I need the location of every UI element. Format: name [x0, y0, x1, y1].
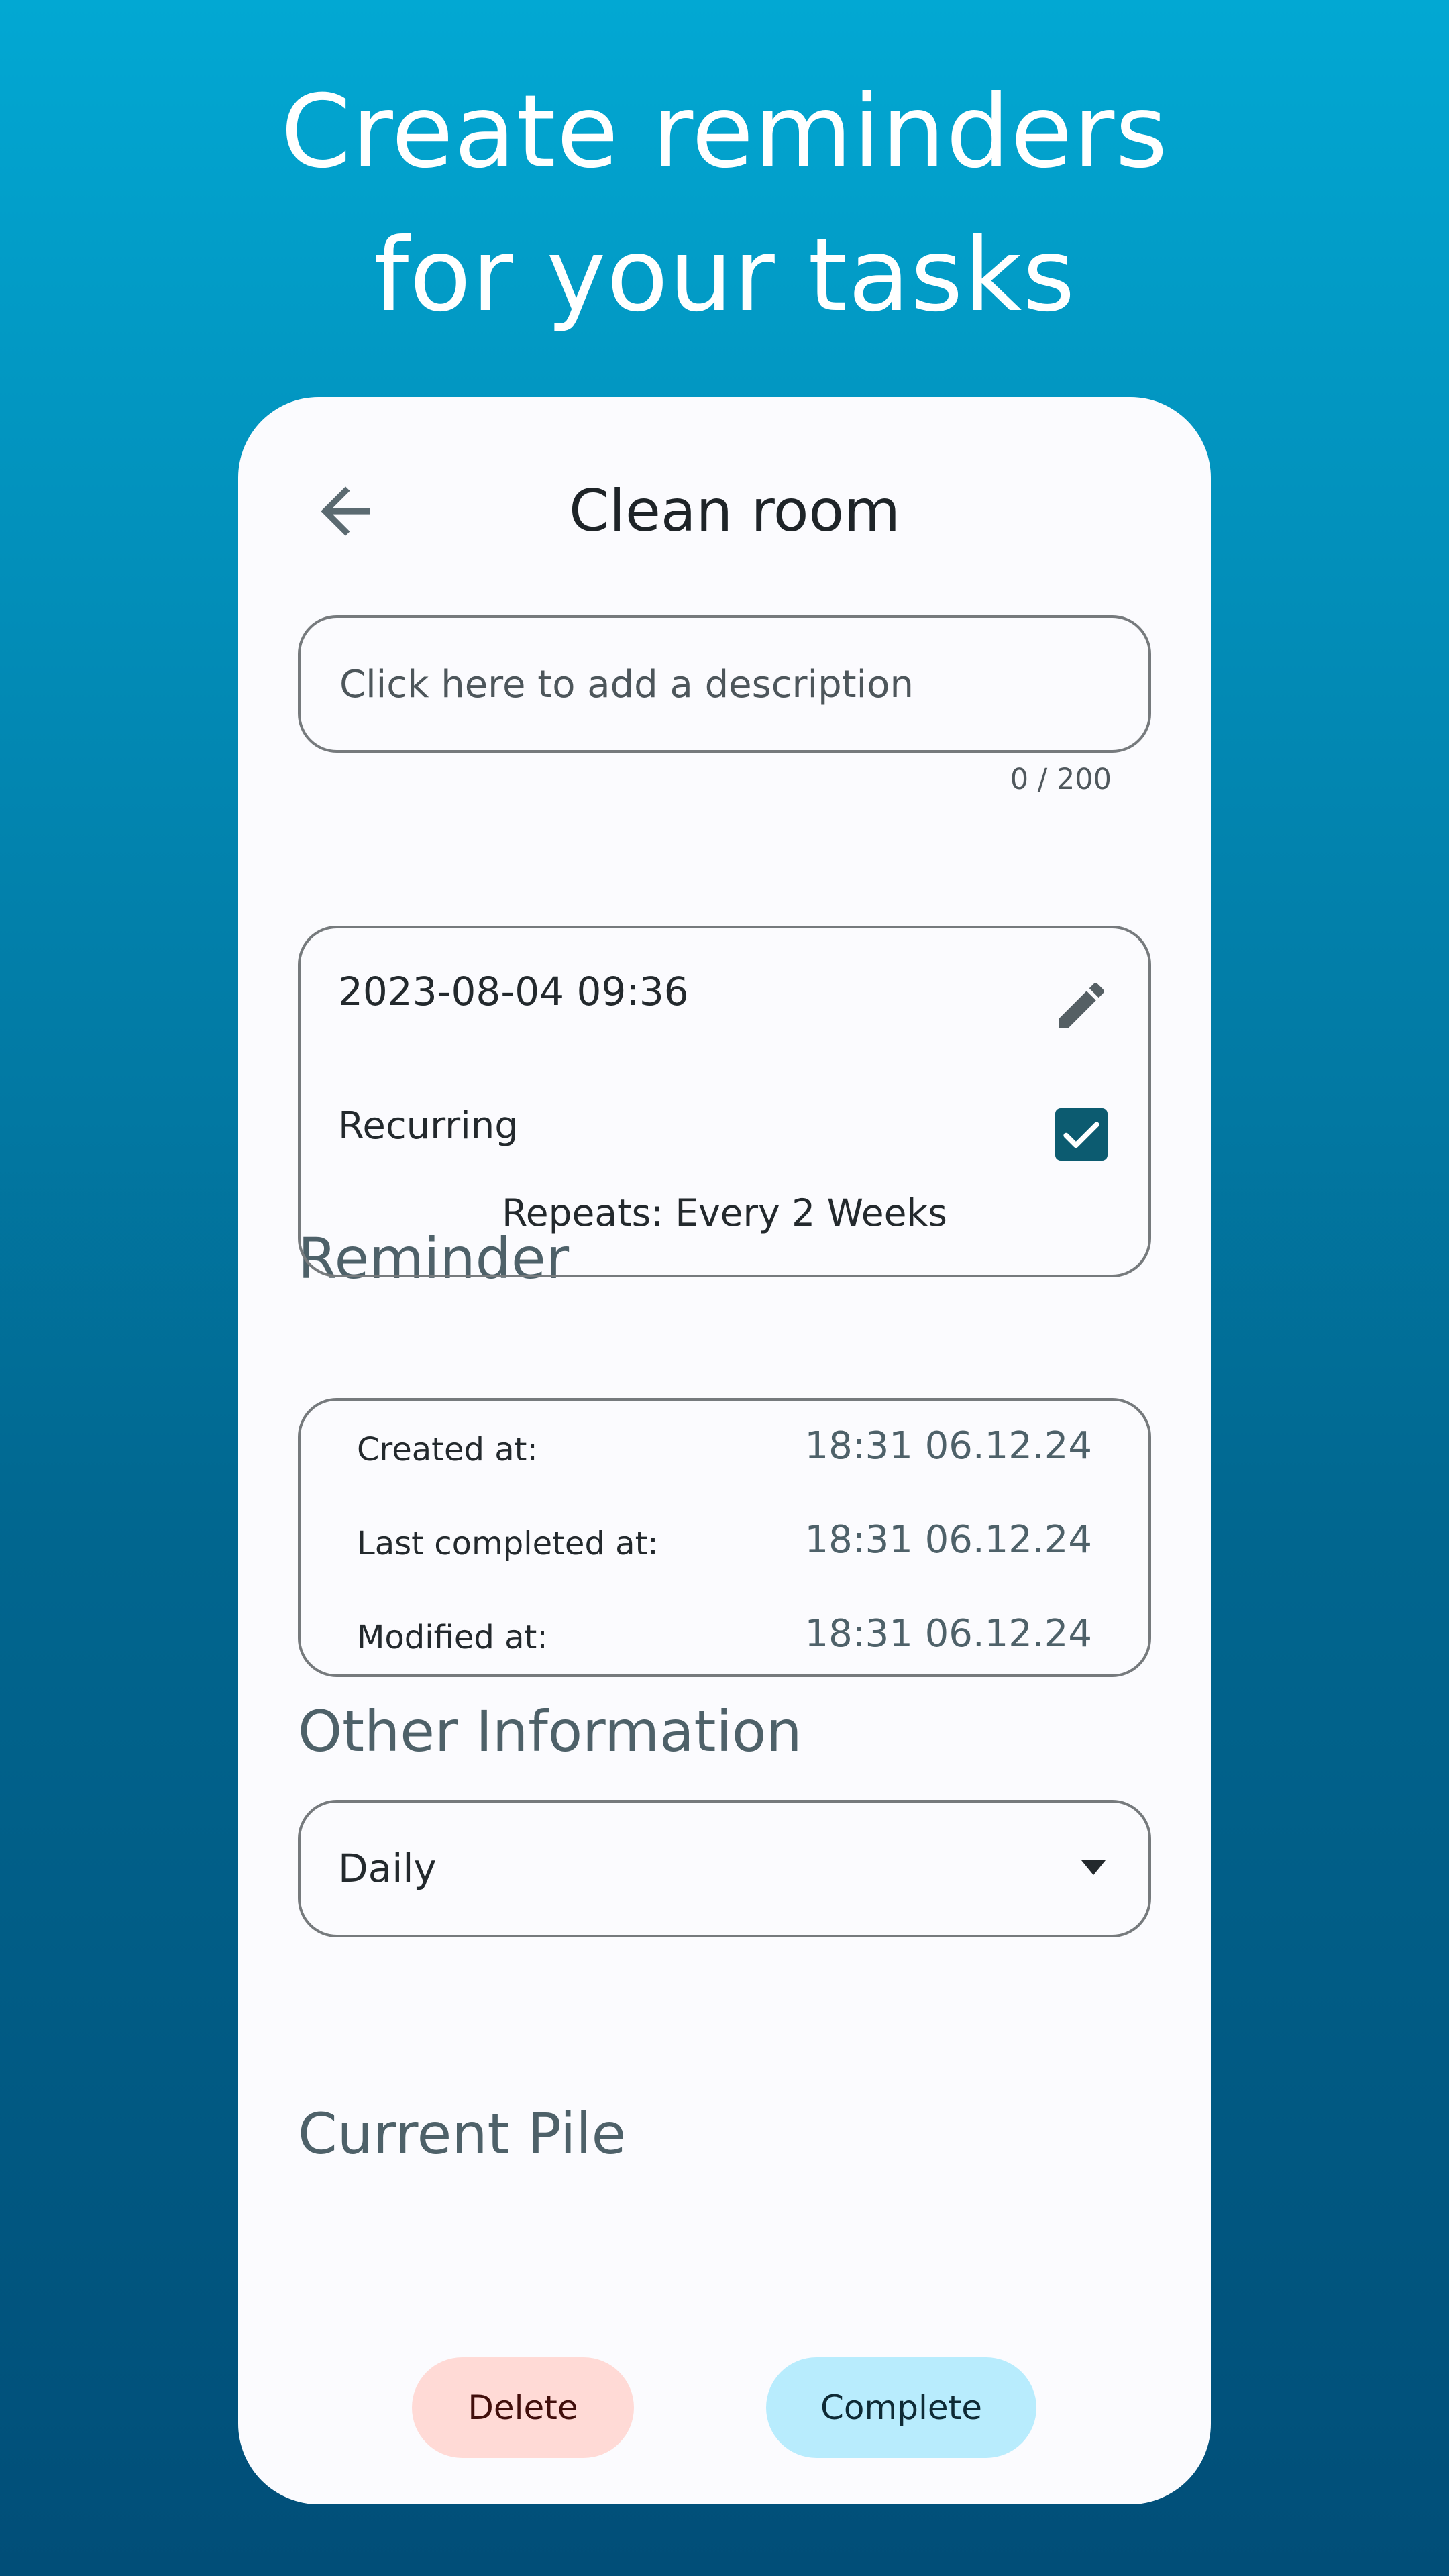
description-input[interactable]: [338, 618, 1112, 751]
other-information-card: Created at: 18:31 06.12.24 Last complete…: [298, 1398, 1151, 1677]
description-char-counter: 0 / 200: [1010, 763, 1112, 796]
reminder-datetime: 2023-08-04 09:36: [338, 969, 689, 1014]
phone-screen-card: Clean room 0 / 200 Reminder 2023-08-04 0…: [238, 397, 1211, 2504]
edit-reminder-button[interactable]: [1051, 975, 1112, 1036]
promo-headline: Create reminders for your tasks: [0, 60, 1449, 347]
back-button[interactable]: [309, 474, 382, 548]
arrow-back-icon: [321, 486, 370, 536]
current-pile-value: Daily: [338, 1845, 437, 1891]
pencil-icon: [1059, 983, 1104, 1028]
other-information-section-title: Other Information: [298, 1699, 802, 1764]
last-completed-at-value: 18:31 06.12.24: [804, 1518, 1092, 1562]
delete-button[interactable]: Delete: [412, 2357, 634, 2458]
reminder-card: 2023-08-04 09:36 Recurring Repeats: Ever…: [298, 926, 1151, 1277]
modified-at-value: 18:31 06.12.24: [804, 1612, 1092, 1656]
modified-at-label: Modified at:: [357, 1619, 548, 1656]
page-title: Clean room: [569, 478, 900, 545]
recurring-label: Recurring: [338, 1104, 519, 1148]
dropdown-caret-icon: [1081, 1860, 1106, 1875]
repeats-text: Repeats: Every 2 Weeks: [502, 1191, 947, 1234]
created-at-label: Created at:: [357, 1431, 538, 1468]
last-completed-at-label: Last completed at:: [357, 1525, 659, 1562]
promo-headline-line-2: for your tasks: [373, 217, 1076, 334]
checkmark-icon: [1063, 1122, 1099, 1148]
description-field[interactable]: [298, 615, 1151, 753]
recurring-checkbox[interactable]: [1055, 1108, 1108, 1161]
created-at-value: 18:31 06.12.24: [804, 1424, 1092, 1468]
current-pile-section-title: Current Pile: [298, 2101, 627, 2167]
complete-button[interactable]: Complete: [766, 2357, 1036, 2458]
current-pile-dropdown[interactable]: Daily: [298, 1800, 1151, 1937]
promo-headline-line-1: Create reminders: [280, 74, 1169, 191]
